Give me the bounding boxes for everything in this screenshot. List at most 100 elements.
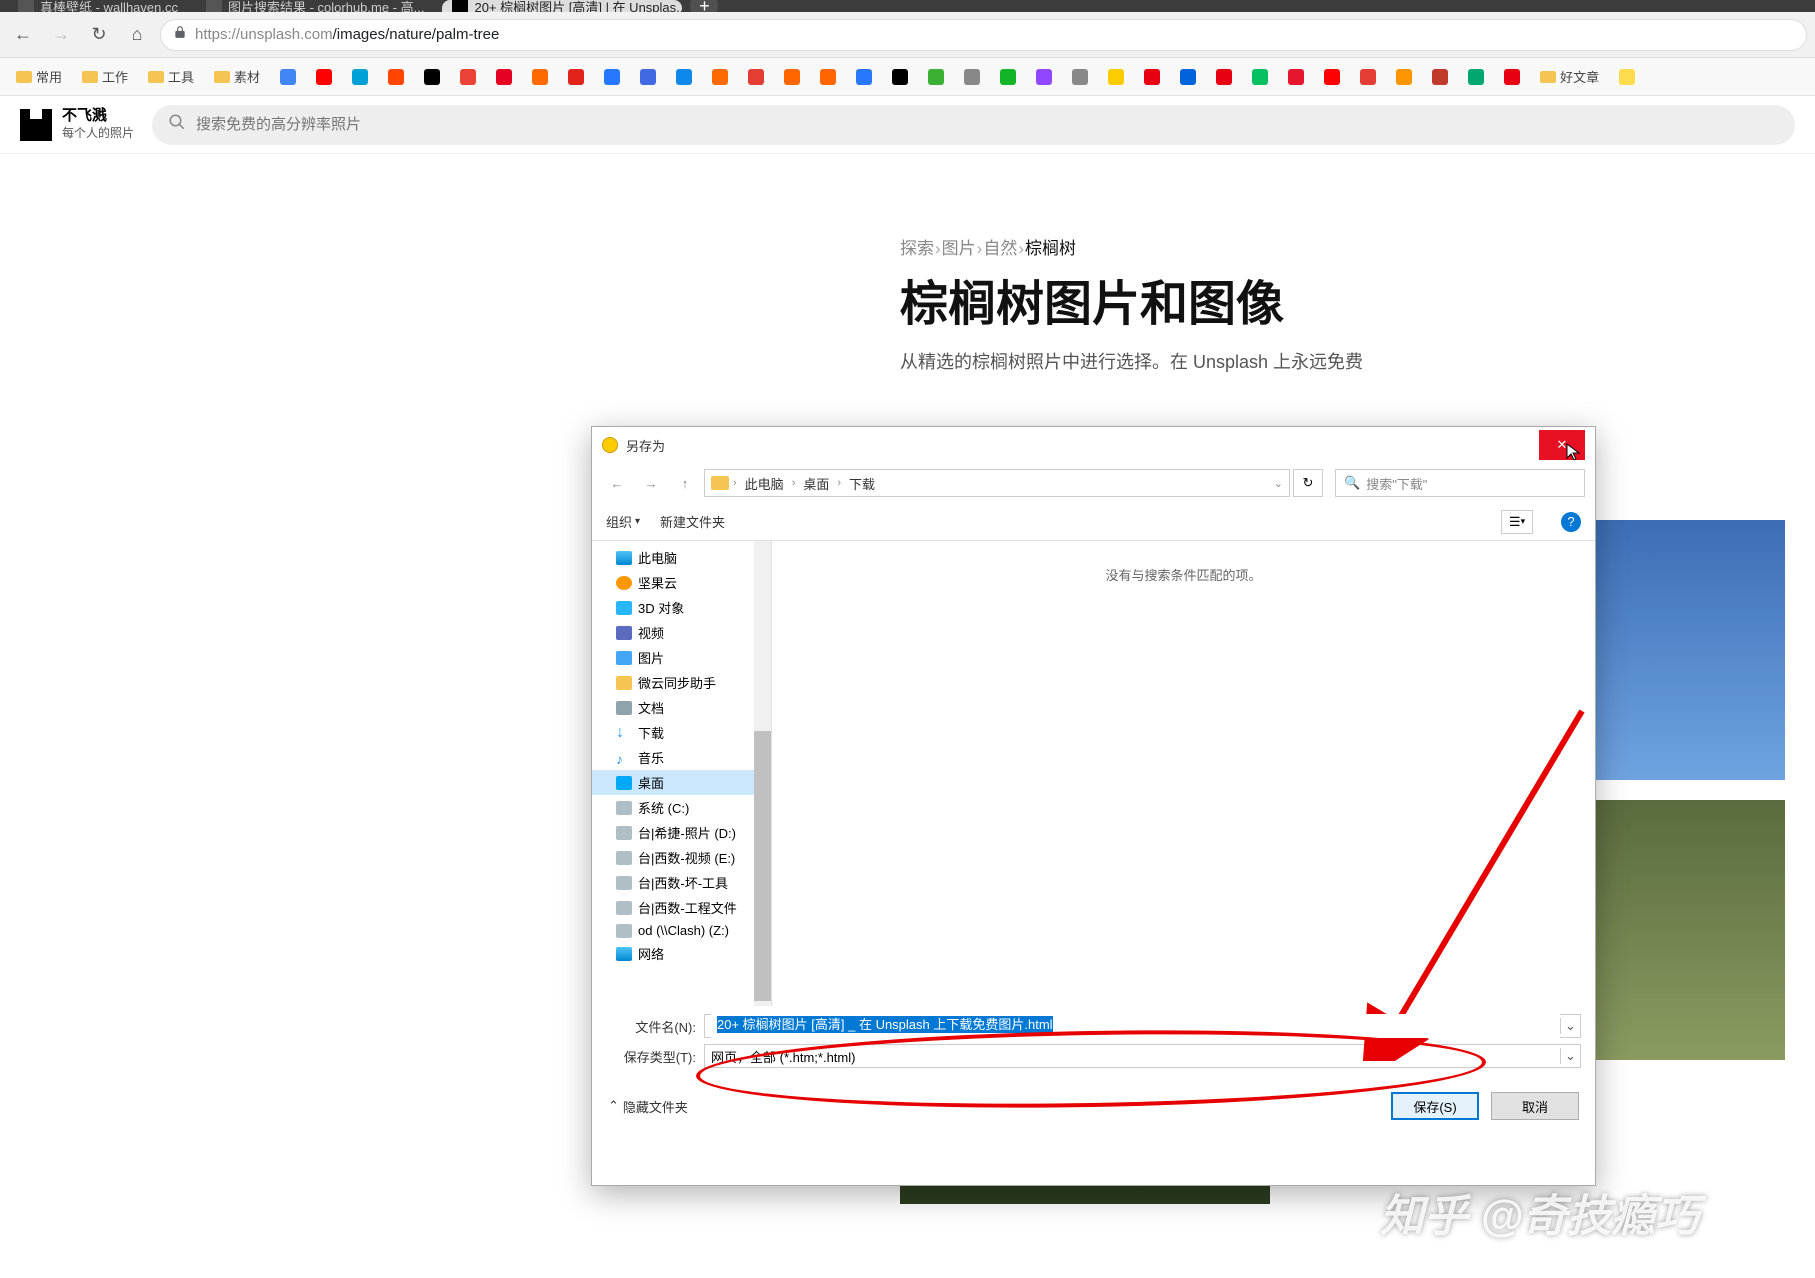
bookmark-item[interactable] xyxy=(1102,65,1130,89)
cancel-button[interactable]: 取消 xyxy=(1491,1092,1579,1120)
scrollbar[interactable] xyxy=(754,541,771,1006)
tree-item[interactable]: od (\\Clash) (Z:) xyxy=(592,920,771,941)
bookmark-item[interactable] xyxy=(922,65,950,89)
search-input[interactable] xyxy=(196,116,1779,133)
image-thumbnail[interactable] xyxy=(1580,520,1785,780)
chevron-down-icon[interactable]: ⌄ xyxy=(1274,477,1283,490)
bookmark-folder[interactable]: 常用 xyxy=(10,63,68,90)
path-segment[interactable]: 下载 xyxy=(845,474,879,493)
file-list[interactable]: 没有与搜索条件匹配的项。 xyxy=(772,541,1595,1006)
tree-item[interactable]: 台|西数-视频 (E:) xyxy=(592,845,771,870)
image-thumbnail[interactable] xyxy=(1580,800,1785,1060)
bookmark-item[interactable] xyxy=(742,65,770,89)
tree-item[interactable]: 图片 xyxy=(592,645,771,670)
breadcrumb-link[interactable]: 自然 xyxy=(983,239,1017,258)
bookmark-item[interactable] xyxy=(634,65,662,89)
tree-item[interactable]: 网络 xyxy=(592,941,771,966)
tree-item[interactable]: 台|西数-坏-工具 xyxy=(592,870,771,895)
bookmark-item[interactable] xyxy=(382,65,410,89)
browser-tab[interactable]: 真棒壁纸 - wallhaven.cc xyxy=(8,0,188,12)
bookmark-folder[interactable]: 工具 xyxy=(142,63,200,90)
tree-item[interactable]: 3D 对象 xyxy=(592,595,771,620)
bookmark-item[interactable] xyxy=(1210,65,1238,89)
bookmark-item[interactable] xyxy=(1246,65,1274,89)
filetype-select[interactable]: 网页，全部 (*.htm;*.html) ⌄ xyxy=(704,1044,1581,1068)
nav-forward-button[interactable]: → xyxy=(636,469,666,497)
bookmark-item[interactable] xyxy=(274,65,302,89)
home-button[interactable]: ⌂ xyxy=(122,20,152,50)
refresh-button[interactable]: ↻ xyxy=(1293,469,1323,497)
bookmark-item[interactable] xyxy=(1282,65,1310,89)
new-folder-button[interactable]: 新建文件夹 xyxy=(660,512,725,531)
bookmark-item[interactable] xyxy=(1462,65,1490,89)
filename-dropdown[interactable]: ⌄ xyxy=(1560,1018,1580,1034)
bookmark-item[interactable] xyxy=(1066,65,1094,89)
path-segment[interactable]: 桌面 xyxy=(799,474,833,493)
bookmark-item[interactable] xyxy=(1174,65,1202,89)
help-button[interactable]: ? xyxy=(1561,512,1581,532)
tree-item[interactable]: 此电脑 xyxy=(592,545,771,570)
bookmark-folder[interactable]: 素材 xyxy=(208,63,266,90)
bookmark-item[interactable] xyxy=(1426,65,1454,89)
tree-item[interactable]: 台|西数-工程文件 xyxy=(592,895,771,920)
hide-folders-toggle[interactable]: ⌃ 隐藏文件夹 xyxy=(608,1097,688,1116)
tree-item[interactable]: 系统 (C:) xyxy=(592,795,771,820)
site-search[interactable] xyxy=(152,105,1795,145)
path-bar[interactable]: › 此电脑 › 桌面 › 下载 ⌄ xyxy=(704,469,1290,497)
new-tab-button[interactable]: + xyxy=(690,0,718,12)
bookmark-item[interactable] xyxy=(346,65,374,89)
bookmark-item[interactable] xyxy=(1354,65,1382,89)
bookmark-item[interactable] xyxy=(490,65,518,89)
organize-menu[interactable]: 组织▾ xyxy=(606,512,640,531)
nav-up-button[interactable]: ↑ xyxy=(670,469,700,497)
tree-item[interactable]: 台|希捷-照片 (D:) xyxy=(592,820,771,845)
tree-item[interactable]: ↓下载 xyxy=(592,720,771,745)
bookmark-item[interactable] xyxy=(994,65,1022,89)
tree-item[interactable]: 视频 xyxy=(592,620,771,645)
bookmark-item[interactable] xyxy=(1318,65,1346,89)
folder-tree[interactable]: 此电脑坚果云3D 对象视频图片微云同步助手文档↓下载♪音乐桌面系统 (C:)台|… xyxy=(592,541,772,1006)
save-button[interactable]: 保存(S) xyxy=(1391,1092,1479,1120)
bookmark-item[interactable] xyxy=(526,65,554,89)
bookmark-item[interactable] xyxy=(1030,65,1058,89)
bookmark-item[interactable] xyxy=(1498,65,1526,89)
filename-input[interactable]: 20+ 棕榈树图片 [高清] _ 在 Unsplash 上下载免费图片.html xyxy=(711,1014,1560,1038)
url-input[interactable]: https://unsplash.com/images/nature/palm-… xyxy=(160,19,1807,51)
scrollbar-thumb[interactable] xyxy=(754,731,771,1001)
browser-tab[interactable]: 图片搜索结果 - colorhub.me - 高... xyxy=(196,0,434,12)
view-options-button[interactable]: ☰ ▾ xyxy=(1501,510,1533,534)
tree-item[interactable]: 微云同步助手 xyxy=(592,670,771,695)
path-segment[interactable]: 此电脑 xyxy=(741,474,788,493)
bookmark-folder[interactable]: 好文章 xyxy=(1534,63,1605,90)
bookmark-item[interactable] xyxy=(310,65,338,89)
bookmark-item[interactable] xyxy=(1613,65,1641,89)
back-button[interactable]: ← xyxy=(8,20,38,50)
folder-search-input[interactable]: 🔍 搜索"下载" xyxy=(1335,469,1585,497)
close-button[interactable]: ✕ xyxy=(1539,430,1585,460)
breadcrumb-link[interactable]: 图片 xyxy=(942,239,976,258)
browser-tab-active[interactable]: 20+ 棕榈树图片 [高清] | 在 Unsplas... xyxy=(442,0,682,12)
tree-item[interactable]: 文档 xyxy=(592,695,771,720)
bookmark-item[interactable] xyxy=(454,65,482,89)
site-logo[interactable]: 不飞溅 每个人的照片 xyxy=(20,108,134,142)
breadcrumb-link[interactable]: 探索 xyxy=(900,239,934,258)
bookmark-folder[interactable]: 工作 xyxy=(76,63,134,90)
bookmark-item[interactable] xyxy=(850,65,878,89)
bookmark-item[interactable] xyxy=(670,65,698,89)
reload-button[interactable]: ↻ xyxy=(84,20,114,50)
tree-item[interactable]: 桌面 xyxy=(592,770,771,795)
bookmark-item[interactable] xyxy=(706,65,734,89)
nav-back-button[interactable]: ← xyxy=(602,469,632,497)
bookmark-item[interactable] xyxy=(1390,65,1418,89)
bookmark-item[interactable] xyxy=(958,65,986,89)
bookmark-item[interactable] xyxy=(814,65,842,89)
tree-item[interactable]: 坚果云 xyxy=(592,570,771,595)
bookmark-item[interactable] xyxy=(1138,65,1166,89)
bookmark-item[interactable] xyxy=(562,65,590,89)
tree-item[interactable]: ♪音乐 xyxy=(592,745,771,770)
filetype-dropdown[interactable]: ⌄ xyxy=(1560,1048,1580,1064)
bookmark-item[interactable] xyxy=(778,65,806,89)
bookmark-item[interactable] xyxy=(598,65,626,89)
bookmark-item[interactable] xyxy=(418,65,446,89)
forward-button[interactable]: → xyxy=(46,20,76,50)
